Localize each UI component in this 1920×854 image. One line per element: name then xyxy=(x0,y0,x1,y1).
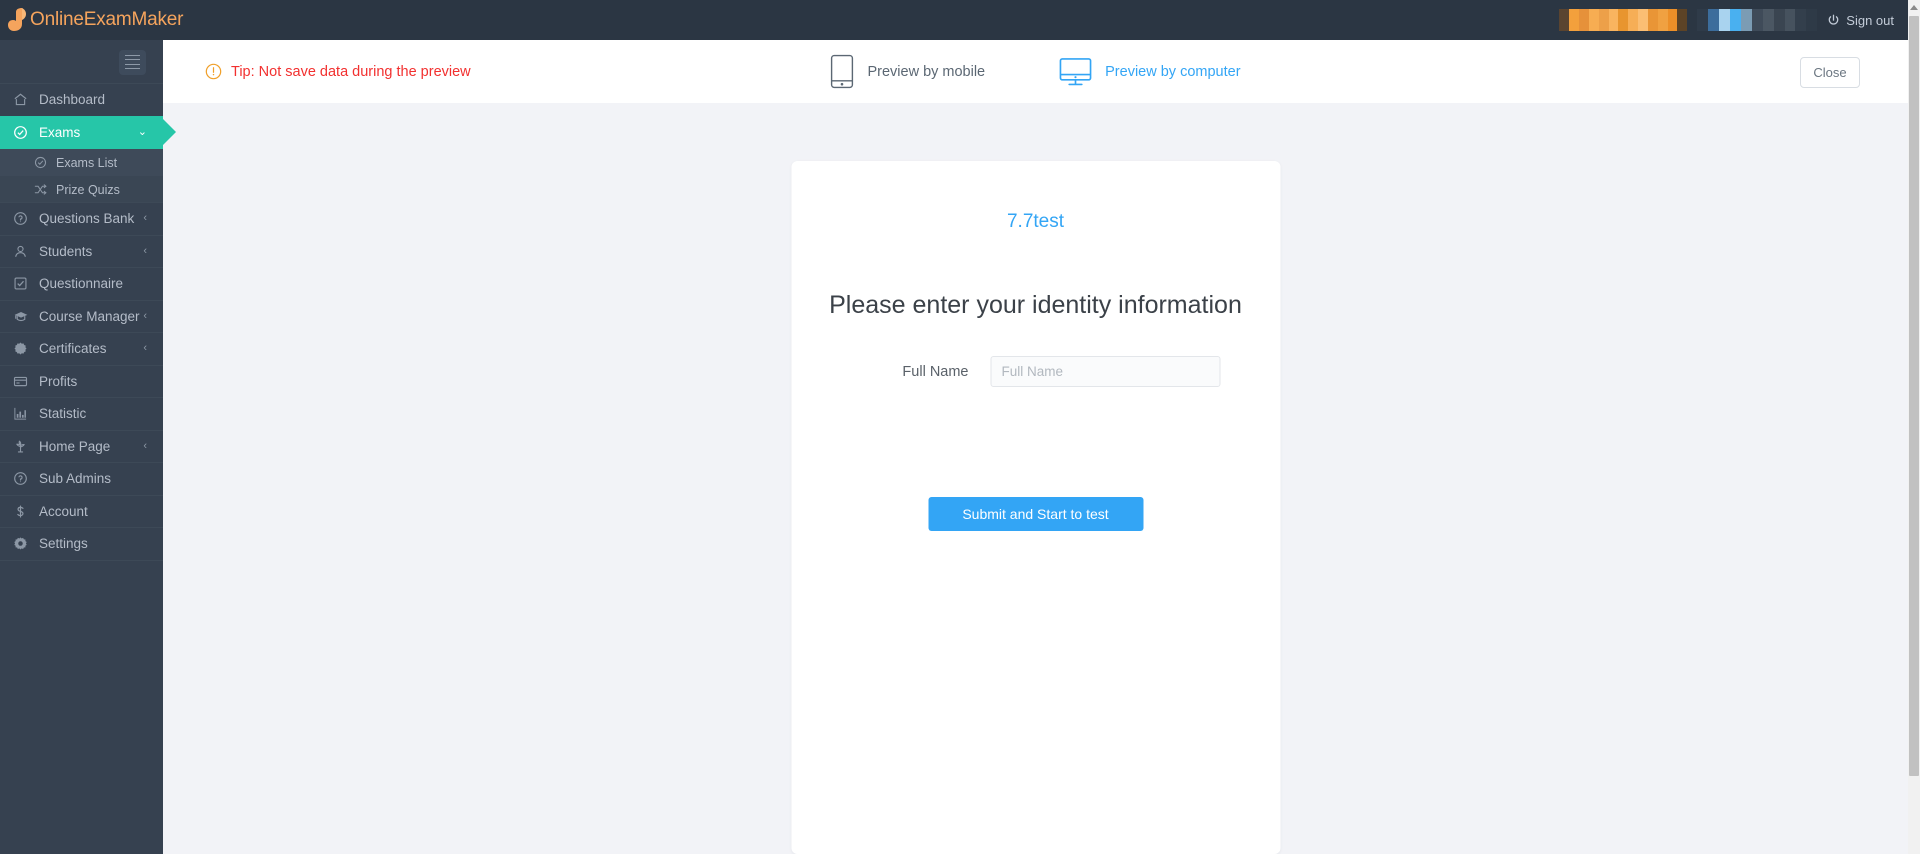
triangle-up-icon xyxy=(1910,4,1918,10)
credit-card-icon xyxy=(13,374,33,389)
sidebar-item-label: Certificates xyxy=(39,341,107,357)
check-circle-icon xyxy=(34,156,52,169)
sidebar-item-sub-admins[interactable]: Sub Admins xyxy=(0,462,163,496)
check-circle-icon xyxy=(13,125,33,140)
sidebar-item-label: Profits xyxy=(39,373,78,389)
plant-icon xyxy=(13,439,33,454)
preview-stage: 7.7test Please enter your identity infor… xyxy=(163,103,1908,854)
submit-row: Submit and Start to test xyxy=(791,497,1280,531)
sidebar-item-home-page[interactable]: Home Page ‹ xyxy=(0,429,163,463)
chevron-left-icon: ‹ xyxy=(143,439,147,452)
monitor-icon xyxy=(1059,57,1092,87)
sidebar-item-label: Account xyxy=(39,503,88,519)
home-icon xyxy=(13,92,33,107)
redacted-username xyxy=(1697,9,1818,31)
chevron-left-icon: ‹ xyxy=(143,212,147,225)
chevron-left-icon: ‹ xyxy=(143,342,147,355)
chevron-left-icon: ‹ xyxy=(143,309,147,322)
submit-and-start-button[interactable]: Submit and Start to test xyxy=(928,497,1143,531)
exam-heading: Please enter your identity information xyxy=(829,291,1242,319)
top-bar: OnlineExamMaker Sign out xyxy=(0,0,1920,40)
exclamation-circle-icon xyxy=(205,63,222,80)
sidebar-item-label: Dashboard xyxy=(39,92,106,108)
chevron-down-icon: ⌄ xyxy=(137,125,147,138)
preview-by-computer-label: Preview by computer xyxy=(1105,63,1241,80)
hamburger-icon[interactable] xyxy=(119,49,146,75)
sidebar-item-label: Exams xyxy=(39,124,81,140)
sidebar-item-label: Course Manager xyxy=(39,308,140,324)
scrollbar-up-button[interactable] xyxy=(1908,0,1920,14)
leaf-logo-icon xyxy=(8,7,28,33)
sidebar-item-label: Sub Admins xyxy=(39,471,112,487)
question-circle-icon xyxy=(13,211,33,226)
sidebar-item-account[interactable]: Account xyxy=(0,494,163,528)
sidebar-item-students[interactable]: Students ‹ xyxy=(0,234,163,268)
sidebar-item-label: Students xyxy=(39,243,93,259)
sidebar-item-course-manager[interactable]: Course Manager ‹ xyxy=(0,299,163,333)
full-name-label: Full Name xyxy=(902,363,969,380)
preview-tip-text: Tip: Not save data during the preview xyxy=(231,63,471,80)
sidebar-item-questionnaire[interactable]: Questionnaire xyxy=(0,267,163,301)
preview-toolbar: Tip: Not save data during the preview Pr… xyxy=(163,40,1908,103)
graduation-cap-icon xyxy=(13,309,33,324)
sidebar-item-prize-quizs[interactable]: Prize Quizs xyxy=(0,176,163,203)
topbar-right: Sign out xyxy=(1559,0,1920,40)
checkbox-icon xyxy=(13,276,33,291)
preview-tip: Tip: Not save data during the preview xyxy=(205,63,471,80)
page-scrollbar[interactable] xyxy=(1908,0,1920,854)
sidebar-item-label: Settings xyxy=(39,536,88,552)
user-icon xyxy=(13,244,33,259)
close-button[interactable]: Close xyxy=(1800,57,1860,88)
sidebar-item-label: Home Page xyxy=(39,438,111,454)
gear-icon xyxy=(13,536,33,551)
redacted-user-banner xyxy=(1559,9,1688,31)
sign-out-button[interactable]: Sign out xyxy=(1827,13,1894,28)
sidebar-item-questions-bank[interactable]: Questions Bank ‹ xyxy=(0,202,163,236)
full-name-row: Full Name xyxy=(791,356,1280,387)
sidebar-item-label: Questions Bank xyxy=(39,211,135,227)
exam-identity-card: 7.7test Please enter your identity infor… xyxy=(791,161,1280,854)
brand-logo[interactable]: OnlineExamMaker xyxy=(0,0,200,40)
sidebar: Dashboard Exams ⌄ Exams List Prize Quizs… xyxy=(0,40,163,854)
scrollbar-thumb[interactable] xyxy=(1909,16,1919,776)
sidebar-item-exams-list[interactable]: Exams List xyxy=(0,149,163,176)
sidebar-item-label: Statistic xyxy=(39,406,87,422)
sign-out-label: Sign out xyxy=(1846,12,1894,28)
sidebar-item-label: Questionnaire xyxy=(39,276,124,292)
mobile-icon xyxy=(830,54,854,89)
exam-title: 7.7test xyxy=(1006,211,1065,232)
shuffle-icon xyxy=(34,183,52,196)
question-circle-icon xyxy=(13,471,33,486)
sidebar-subitem-label: Prize Quizs xyxy=(56,182,120,197)
bar-chart-icon xyxy=(13,406,33,421)
badge-icon xyxy=(13,341,33,356)
full-name-input[interactable] xyxy=(990,356,1221,387)
brand-name: OnlineExamMaker xyxy=(30,9,184,30)
preview-by-mobile-button[interactable]: Preview by mobile xyxy=(830,54,985,89)
sidebar-item-statistic[interactable]: Statistic xyxy=(0,397,163,431)
sidebar-item-certificates[interactable]: Certificates ‹ xyxy=(0,332,163,366)
sidebar-submenu-exams: Exams List Prize Quizs xyxy=(0,149,163,203)
chevron-left-icon: ‹ xyxy=(143,244,147,257)
sidebar-item-exams[interactable]: Exams ⌄ xyxy=(0,115,163,149)
sidebar-item-settings[interactable]: Settings xyxy=(0,527,163,561)
power-icon xyxy=(1827,14,1840,27)
sidebar-item-profits[interactable]: Profits xyxy=(0,364,163,398)
sidebar-subitem-label: Exams List xyxy=(56,155,118,170)
dollar-icon xyxy=(13,504,33,519)
sidebar-toggle-wrap xyxy=(0,40,163,84)
sidebar-item-dashboard[interactable]: Dashboard xyxy=(0,83,163,117)
preview-by-mobile-label: Preview by mobile xyxy=(867,63,986,80)
preview-by-computer-button[interactable]: Preview by computer xyxy=(1059,57,1241,87)
